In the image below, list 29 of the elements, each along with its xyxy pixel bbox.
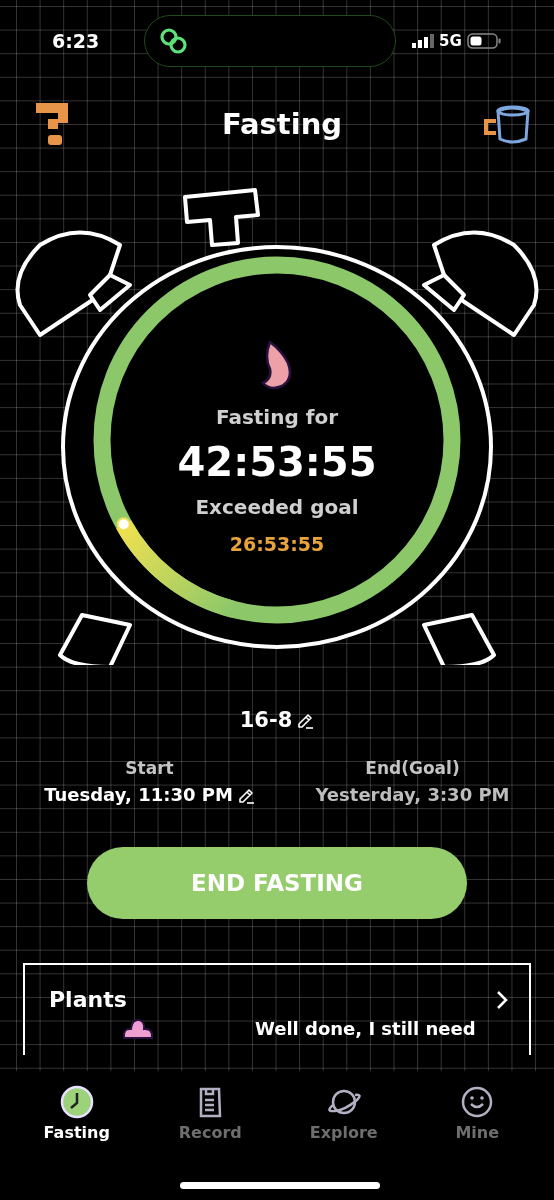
- time-label: Start: [125, 758, 174, 778]
- time-label: End(Goal): [365, 758, 460, 778]
- plant-message: Well done, I still need: [255, 1018, 476, 1039]
- link-icon: [159, 26, 189, 56]
- time-value: Tuesday, 11:30 PM: [44, 784, 233, 805]
- tab-label[interactable]: Fasting: [43, 1123, 110, 1142]
- tab-label[interactable]: Explore: [309, 1123, 378, 1142]
- time-value: Yesterday, 3:30 PM: [315, 784, 510, 805]
- plant-icon: [121, 1016, 155, 1040]
- network-label: 5G: [439, 32, 462, 50]
- fasting-label: Fasting for: [215, 405, 339, 429]
- page-title: Fasting: [221, 107, 343, 141]
- signal-icon: [412, 34, 434, 48]
- status-time: 6:23: [52, 30, 101, 52]
- tab-label[interactable]: Mine: [455, 1123, 500, 1142]
- plan-name: 16-8: [239, 708, 293, 732]
- elapsed-time: 42:53:55: [177, 439, 377, 485]
- plants-card[interactable]: Plants Well done, I still need: [23, 963, 531, 1055]
- card-title: Plants: [49, 987, 127, 1012]
- edit-icon[interactable]: [296, 711, 315, 729]
- clock-icon[interactable]: [59, 1085, 94, 1119]
- mug-icon[interactable]: [482, 103, 532, 145]
- exceeded-time: 26:53:55: [229, 533, 325, 555]
- battery-icon: [466, 33, 501, 49]
- goal-status: Exceeded goal: [195, 495, 359, 519]
- stomach-icon: [260, 339, 294, 391]
- tab-label[interactable]: Record: [178, 1123, 242, 1142]
- chevron-right-icon[interactable]: [495, 988, 509, 1011]
- smiley-icon[interactable]: [460, 1085, 495, 1119]
